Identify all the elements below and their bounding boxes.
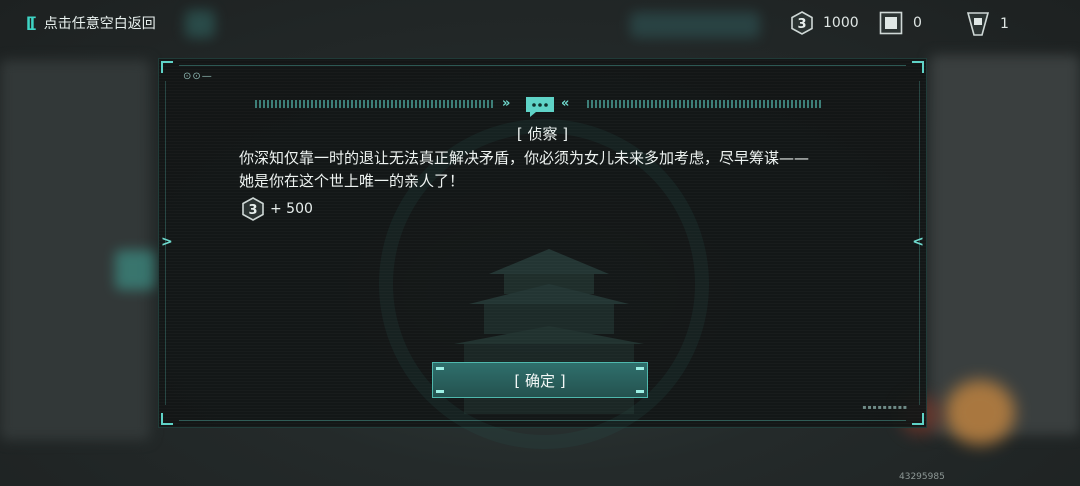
dialog-title: [ 侦察 ] [516,125,569,143]
back-hint-label: 点击任意空白返回 [43,16,156,32]
resource-coins: 3 1000 [791,11,859,35]
resource-chips: 0 [879,11,922,35]
hex-coin-icon: 3 [242,197,264,221]
dialog-body: 你深知仅靠一时的退让无法真正解决矛盾，你必须为女儿未来多加考虑，尽早筹谋—— 她… [239,147,849,193]
watermark-id: 43295985 [899,472,945,482]
chips-value: 0 [913,15,922,31]
double-chevron-right-icon: » [502,96,511,111]
reward-amount: + 500 [270,201,313,217]
svg-text:3: 3 [248,203,257,218]
confirm-button[interactable]: [ 确定 ] [432,362,648,398]
message-icon [526,97,554,117]
bracket-icon: [[ [26,14,37,32]
badges-value: 1 [1000,16,1009,32]
double-chevron-left-icon: « [561,96,570,111]
back-hint[interactable]: [[ 点击任意空白返回 [26,13,156,33]
body-line-1: 你深知仅靠一时的退让无法真正解决矛盾，你必须为女儿未来多加考虑，尽早筹谋—— [239,149,810,167]
confirm-label: [ 确定 ] [514,371,566,390]
badge-icon [966,12,990,36]
dots-icon: ⊙⊙— [183,71,213,82]
header-stripe-right [587,100,822,108]
reward-row: 3 + 500 [242,197,313,221]
right-chevron-icon: < [912,234,924,250]
left-chevron-icon: > [161,234,173,250]
event-dialog: ⊙⊙— > < » « [ 侦察 ] 你深知仅靠一时的退让无法真正解决矛盾，你必… [158,58,927,449]
header-stripe-left [255,100,495,108]
decor-microtext: ▪▪▪▪▪▪▪▪▪ [862,404,908,411]
coins-value: 1000 [823,15,859,31]
top-bar: [[ 点击任意空白返回 3 1000 0 1 [0,0,1080,46]
hex-coin-icon: 3 [791,11,813,35]
body-line-2: 她是你在这个世上唯一的亲人了！ [239,172,465,190]
chip-icon [879,11,903,35]
resource-badges: 1 [966,11,1009,37]
svg-text:3: 3 [797,17,806,32]
